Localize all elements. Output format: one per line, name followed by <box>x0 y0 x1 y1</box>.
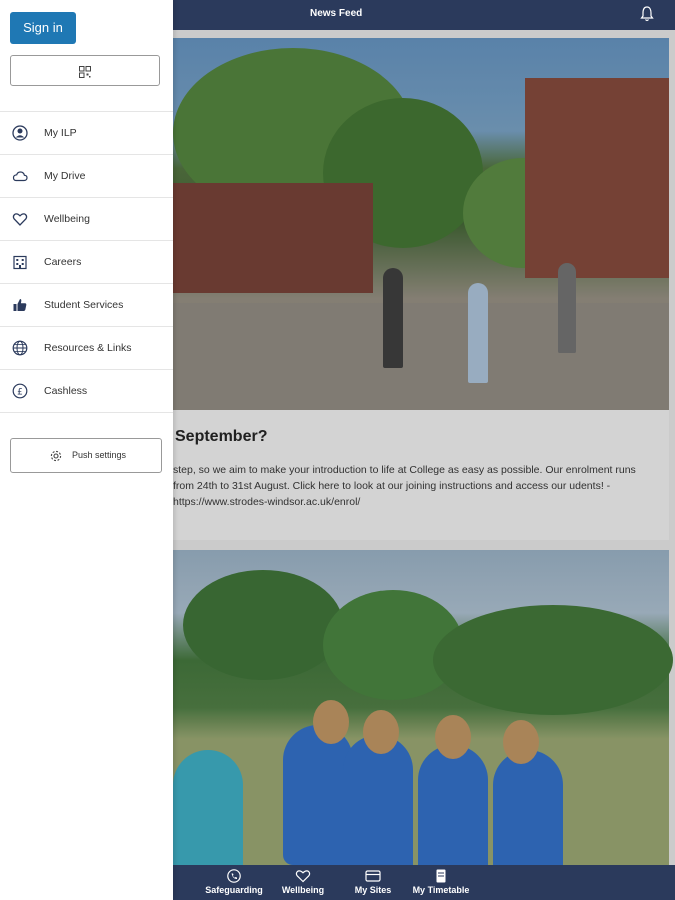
menu-item-careers[interactable]: Careers <box>0 240 173 283</box>
svg-text:£: £ <box>17 388 23 398</box>
menu-item-label: Careers <box>44 256 82 268</box>
qr-code-icon <box>79 65 91 78</box>
push-settings-button[interactable]: Push settings <box>10 438 162 473</box>
menu-item-label: Resources & Links <box>44 342 132 354</box>
pound-icon: £ <box>12 383 28 399</box>
push-settings-label: Push settings <box>72 450 127 460</box>
globe-icon <box>12 340 28 356</box>
menu-item-label: My ILP <box>44 127 77 139</box>
cloud-icon <box>12 168 28 184</box>
thumbs-up-icon <box>12 297 28 313</box>
menu-item-my-ilp[interactable]: My ILP <box>0 111 173 154</box>
nav-wellbeing[interactable]: Wellbeing <box>268 865 338 900</box>
overlay-dim[interactable] <box>173 30 675 865</box>
page-title: News Feed <box>310 8 363 19</box>
phone-icon <box>226 869 242 883</box>
nav-label: Safeguarding <box>205 885 263 895</box>
menu-item-label: Cashless <box>44 385 88 397</box>
menu-item-student-services[interactable]: Student Services <box>0 283 173 326</box>
gear-icon <box>49 449 63 463</box>
user-circle-icon <box>12 125 28 141</box>
nav-my-sites[interactable]: My Sites <box>338 865 408 900</box>
nav-label: My Timetable <box>412 885 470 895</box>
nav-label: My Sites <box>354 885 392 895</box>
menu-item-resources-links[interactable]: Resources & Links <box>0 326 173 369</box>
menu-item-my-drive[interactable]: My Drive <box>0 154 173 197</box>
heart-icon <box>295 869 311 883</box>
timetable-icon <box>433 869 449 883</box>
menu-item-wellbeing[interactable]: Wellbeing <box>0 197 173 240</box>
nav-label: Wellbeing <box>281 885 325 895</box>
qr-code-button[interactable] <box>10 55 160 86</box>
drawer-menu: My ILP My Drive Wellbeing Careers Studen… <box>0 111 173 414</box>
nav-safeguarding[interactable]: Safeguarding <box>199 865 269 900</box>
nav-my-timetable[interactable]: My Timetable <box>406 865 476 900</box>
side-drawer: Sign in My ILP My Drive Wellbeing Career… <box>0 0 173 900</box>
menu-item-cashless[interactable]: £ Cashless <box>0 369 173 412</box>
bell-icon[interactable] <box>640 6 654 27</box>
menu-item-label: Wellbeing <box>44 213 90 225</box>
menu-item-label: Student Services <box>44 299 124 311</box>
sign-in-button[interactable]: Sign in <box>10 12 76 44</box>
menu-item-label: My Drive <box>44 170 86 182</box>
heart-icon <box>12 211 28 227</box>
sites-icon <box>365 869 381 883</box>
building-icon <box>12 254 28 270</box>
menu-divider <box>0 412 173 414</box>
